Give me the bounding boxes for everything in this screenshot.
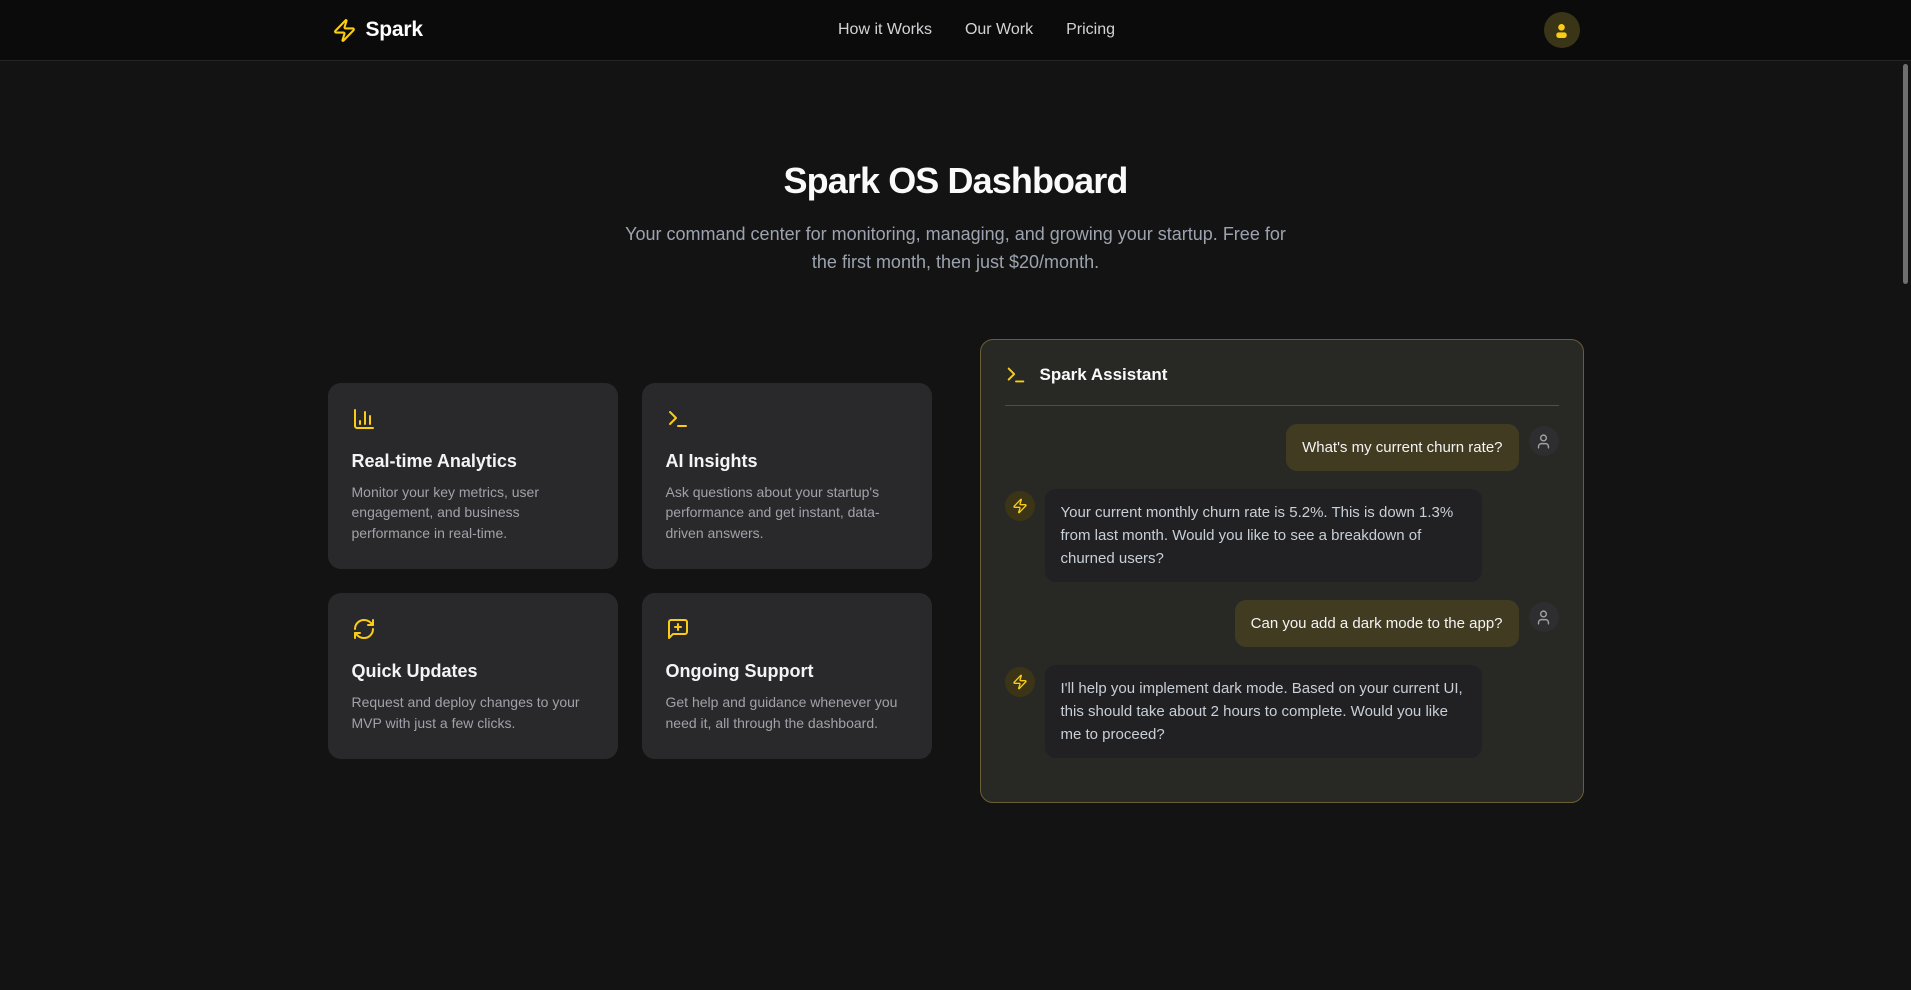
nav-links: How it Works Our Work Pricing xyxy=(838,21,1115,39)
feature-title: Quick Updates xyxy=(352,661,594,682)
chat-message-user: What's my current churn rate? xyxy=(1005,424,1559,471)
page-title: Spark OS Dashboard xyxy=(0,160,1911,202)
brand-logo[interactable]: Spark xyxy=(332,18,423,43)
navbar-inner: Spark How it Works Our Work Pricing xyxy=(332,0,1580,60)
feature-title: Real-time Analytics xyxy=(352,451,594,472)
feature-description: Get help and guidance whenever you need … xyxy=(666,692,908,733)
assistant-message-bubble: I'll help you implement dark mode. Based… xyxy=(1045,665,1482,758)
account-avatar-button[interactable] xyxy=(1544,12,1580,48)
assistant-panel-header: Spark Assistant xyxy=(1005,364,1559,386)
feature-card-ongoing-support: Ongoing Support Get help and guidance wh… xyxy=(642,593,932,759)
terminal-icon xyxy=(1005,364,1027,386)
brand-name: Spark xyxy=(366,18,423,42)
feature-card-ai-insights: AI Insights Ask questions about your sta… xyxy=(642,383,932,570)
user-avatar xyxy=(1529,602,1559,632)
nav-link-how-it-works[interactable]: How it Works xyxy=(838,21,932,39)
hero-section: Spark OS Dashboard Your command center f… xyxy=(0,61,1911,276)
zap-icon xyxy=(1012,498,1028,514)
feature-card-real-time-analytics: Real-time Analytics Monitor your key met… xyxy=(328,383,618,570)
chart-column-icon xyxy=(352,407,594,431)
zap-icon xyxy=(1012,674,1028,690)
chat-messages: What's my current churn rate? Your curre… xyxy=(1005,424,1559,758)
nav-link-our-work[interactable]: Our Work xyxy=(965,21,1033,39)
assistant-avatar xyxy=(1005,667,1035,697)
navbar: Spark How it Works Our Work Pricing xyxy=(0,0,1911,61)
chat-message-assistant: I'll help you implement dark mode. Based… xyxy=(1005,665,1559,758)
feature-title: AI Insights xyxy=(666,451,908,472)
user-icon xyxy=(1535,433,1552,450)
zap-icon xyxy=(332,18,357,43)
message-square-plus-icon xyxy=(666,617,908,641)
features-grid: Real-time Analytics Monitor your key met… xyxy=(328,383,932,760)
panel-divider xyxy=(1005,405,1559,406)
assistant-panel-title: Spark Assistant xyxy=(1040,365,1168,385)
feature-description: Ask questions about your startup's perfo… xyxy=(666,482,908,544)
user-icon xyxy=(1552,21,1571,40)
nav-link-pricing[interactable]: Pricing xyxy=(1066,21,1115,39)
feature-description: Monitor your key metrics, user engagemen… xyxy=(352,482,594,544)
page-subtitle: Your command center for monitoring, mana… xyxy=(618,220,1294,276)
chat-message-assistant: Your current monthly churn rate is 5.2%.… xyxy=(1005,489,1559,582)
assistant-message-bubble: Your current monthly churn rate is 5.2%.… xyxy=(1045,489,1482,582)
user-avatar xyxy=(1529,426,1559,456)
user-message-bubble: What's my current churn rate? xyxy=(1286,424,1518,471)
feature-card-quick-updates: Quick Updates Request and deploy changes… xyxy=(328,593,618,759)
scrollbar-thumb[interactable] xyxy=(1903,64,1908,284)
terminal-icon xyxy=(666,407,908,431)
feature-description: Request and deploy changes to your MVP w… xyxy=(352,692,594,733)
chat-message-user: Can you add a dark mode to the app? xyxy=(1005,600,1559,647)
main-content: Real-time Analytics Monitor your key met… xyxy=(328,339,1584,803)
spark-assistant-panel: Spark Assistant What's my current churn … xyxy=(980,339,1584,803)
user-message-bubble: Can you add a dark mode to the app? xyxy=(1235,600,1519,647)
refresh-icon xyxy=(352,617,594,641)
assistant-avatar xyxy=(1005,491,1035,521)
user-icon xyxy=(1535,609,1552,626)
feature-title: Ongoing Support xyxy=(666,661,908,682)
